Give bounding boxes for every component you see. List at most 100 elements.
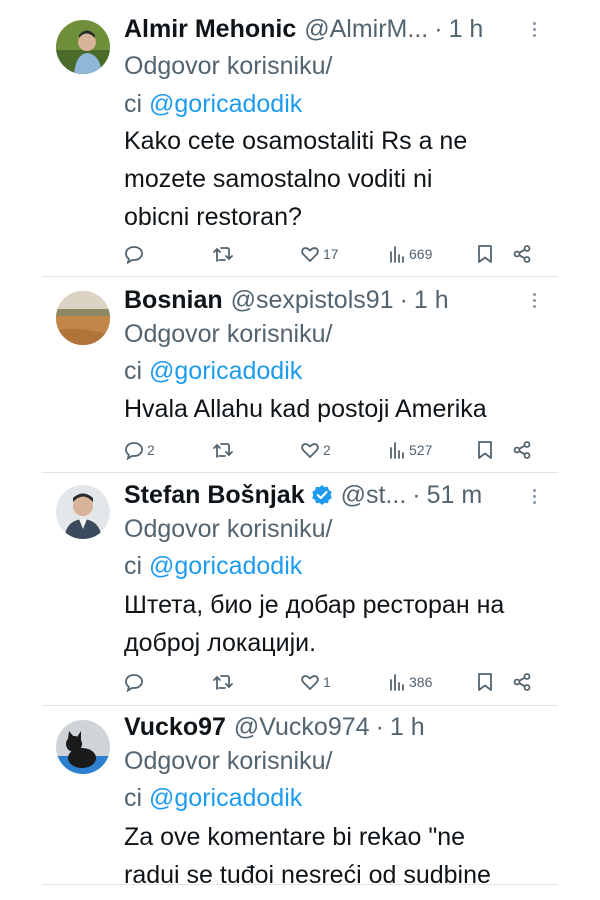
- timestamp[interactable]: 51 m: [427, 478, 483, 512]
- mention-link[interactable]: @goricadodik: [149, 784, 302, 812]
- time-separator: ·: [412, 481, 421, 509]
- avatar[interactable]: [56, 291, 110, 345]
- tweet-text-line: доброј локацији.: [124, 629, 317, 657]
- more-options-icon[interactable]: [524, 16, 544, 42]
- reply-to-label: Odgovor korisniku/: [124, 320, 333, 348]
- tweet-text: Hvala Allahu kad postoji Amerika: [124, 390, 544, 428]
- timestamp[interactable]: 1 h: [414, 283, 449, 317]
- like-button[interactable]: 1: [300, 668, 331, 696]
- reply-mention-line: ci @goricadodik: [124, 85, 302, 123]
- reply-to-label: Odgovor korisniku/: [124, 52, 333, 80]
- reply-prefix: ci: [124, 784, 143, 812]
- action-bar: 1 386: [124, 668, 544, 696]
- views-count: 669: [409, 246, 433, 262]
- share-button[interactable]: [512, 668, 532, 696]
- reply-icon: [125, 442, 143, 460]
- reply-button[interactable]: 2: [124, 436, 155, 464]
- bookmark-button[interactable]: [476, 668, 494, 696]
- time-separator: ·: [375, 713, 384, 741]
- verified-badge-icon[interactable]: [311, 484, 333, 506]
- like-button[interactable]: 2: [300, 436, 331, 464]
- mention-link[interactable]: @goricadodik: [149, 90, 302, 118]
- display-name[interactable]: Vucko97: [124, 710, 226, 744]
- share-icon: [513, 441, 531, 459]
- timestamp[interactable]: 1 h: [449, 12, 484, 46]
- tweet-text-line: radui se tuđoi nesreći od sudbine: [124, 861, 491, 889]
- reply-prefix: ci: [124, 552, 143, 580]
- timestamp[interactable]: 1 h: [390, 710, 425, 744]
- tweet-text: Штета, био је добар ресторан на доброј л…: [124, 586, 544, 662]
- display-name[interactable]: Bosnian: [124, 283, 223, 317]
- heart-icon: [301, 247, 319, 262]
- views-icon: [390, 674, 404, 691]
- action-bar: 17 669: [124, 240, 544, 268]
- views-button[interactable]: 386: [388, 668, 432, 696]
- like-button[interactable]: 17: [300, 240, 339, 268]
- tweet[interactable]: Vucko97 @Vucko974 · 1 h Odgovor korisnik…: [42, 706, 558, 900]
- retweet-button[interactable]: [212, 668, 237, 696]
- tweet-text-line: Za ove komentare bi rekao "ne: [124, 823, 466, 851]
- share-button[interactable]: [512, 436, 532, 464]
- reply-button[interactable]: [124, 668, 147, 696]
- more-options-icon[interactable]: [524, 287, 544, 313]
- retweet-icon: [213, 675, 233, 690]
- views-count: 527: [409, 442, 433, 458]
- user-handle[interactable]: @sexpistols91: [231, 283, 394, 317]
- display-name[interactable]: Almir Mehonic: [124, 12, 296, 46]
- tweet-text-line: Hvala Allahu kad postoji Amerika: [124, 395, 487, 423]
- tweet-text-line: Kako cete osamostaliti Rs a ne: [124, 127, 468, 155]
- reply-mention-line: ci @goricadodik: [124, 547, 302, 585]
- heart-icon: [301, 443, 319, 458]
- views-button[interactable]: 527: [388, 436, 432, 464]
- reply-button[interactable]: [124, 240, 147, 268]
- bookmark-icon: [478, 441, 492, 459]
- views-icon: [390, 246, 404, 263]
- tweet-header: Stefan Bošnjak @st... · 51 m: [124, 478, 544, 512]
- user-handle[interactable]: @Vucko974: [234, 710, 370, 744]
- like-count: 17: [323, 246, 339, 262]
- like-count: 1: [323, 674, 331, 690]
- reply-icon: [125, 246, 143, 264]
- man-portrait-avatar: [56, 20, 110, 74]
- share-icon: [513, 245, 531, 263]
- mention-link[interactable]: @goricadodik: [149, 357, 302, 385]
- more-options-icon[interactable]: [524, 483, 544, 509]
- action-bar: 2 2 527: [124, 436, 544, 464]
- bookmark-icon: [478, 245, 492, 263]
- like-count: 2: [323, 442, 331, 458]
- mention-link[interactable]: @goricadodik: [149, 552, 302, 580]
- share-button[interactable]: [512, 240, 532, 268]
- retweet-icon: [213, 443, 233, 458]
- bookmark-button[interactable]: [476, 240, 494, 268]
- cat-avatar: [56, 720, 110, 774]
- views-button[interactable]: 669: [388, 240, 432, 268]
- tweet-text-line: Штета, био је добар ресторан на: [124, 591, 505, 619]
- tweet[interactable]: Bosnian @sexpistols91 · 1 h Odgovor kori…: [42, 277, 558, 472]
- avatar[interactable]: [56, 720, 110, 774]
- reply-mention-line: ci @goricadodik: [124, 352, 302, 390]
- landscape-avatar: [56, 291, 110, 345]
- avatar[interactable]: [56, 20, 110, 74]
- tweet[interactable]: Almir Mehonic @AlmirM... · 1 h Odgovor k…: [42, 0, 558, 276]
- reply-icon: [125, 674, 143, 692]
- bottom-divider: [42, 884, 558, 885]
- tweet-text: Kako cete osamostaliti Rs a ne mozete sa…: [124, 122, 544, 236]
- tweet-text: Za ove komentare bi rekao "ne radui se t…: [124, 818, 558, 894]
- share-icon: [513, 673, 531, 691]
- retweet-icon: [213, 247, 233, 262]
- bookmark-button[interactable]: [476, 436, 494, 464]
- tweet[interactable]: Stefan Bošnjak @st... · 51 m Odgovor kor…: [42, 473, 558, 705]
- user-handle[interactable]: @st...: [341, 478, 407, 512]
- retweet-button[interactable]: [212, 436, 237, 464]
- display-name[interactable]: Stefan Bošnjak: [124, 478, 305, 512]
- retweet-button[interactable]: [212, 240, 237, 268]
- tweet-header: Vucko97 @Vucko974 · 1 h: [124, 710, 544, 744]
- tweet-header: Bosnian @sexpistols91 · 1 h: [124, 283, 544, 317]
- reply-thread: Almir Mehonic @AlmirM... · 1 h Odgovor k…: [42, 0, 558, 900]
- reply-mention-line: ci @goricadodik: [124, 779, 302, 817]
- reply-to-label: Odgovor korisniku/: [124, 515, 333, 543]
- user-handle[interactable]: @AlmirM...: [304, 12, 428, 46]
- avatar[interactable]: [56, 485, 110, 539]
- tweet-header: Almir Mehonic @AlmirM... · 1 h: [124, 12, 544, 46]
- heart-icon: [301, 675, 319, 690]
